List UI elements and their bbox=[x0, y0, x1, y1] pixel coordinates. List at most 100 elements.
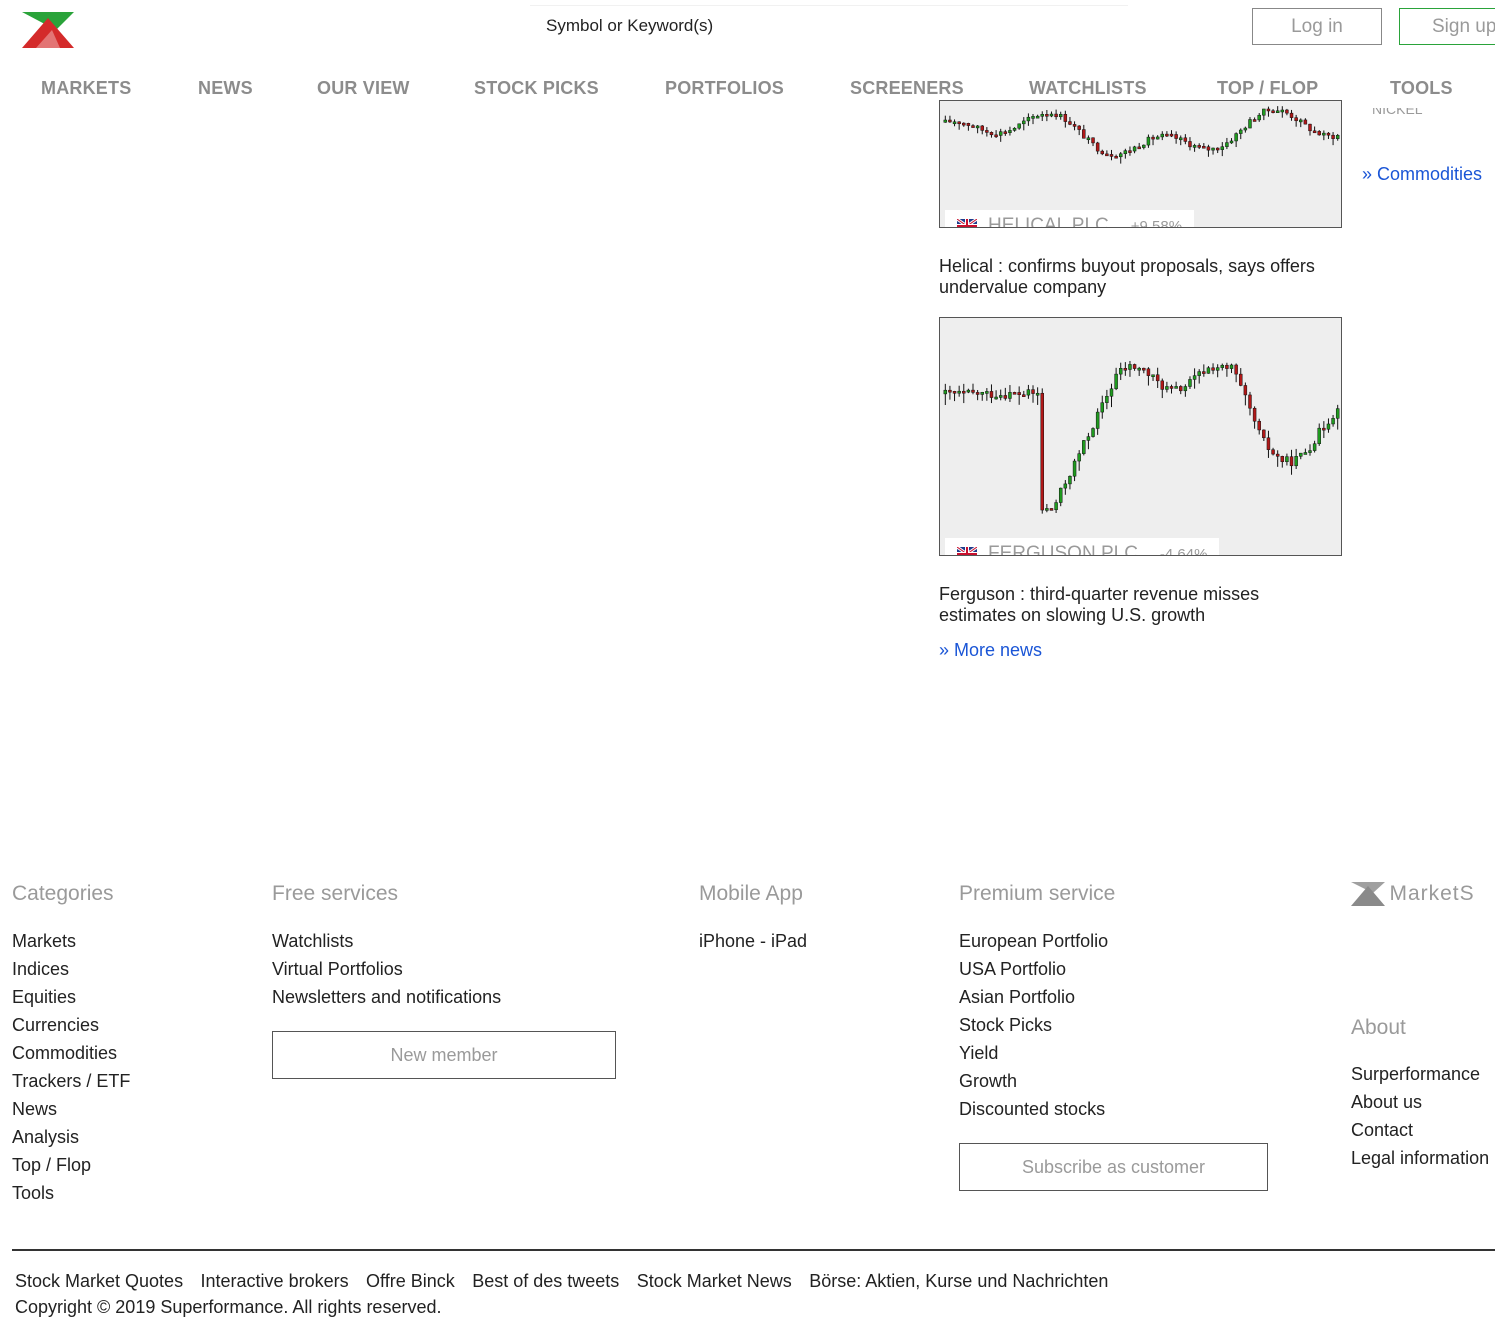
company-name[interactable]: FERGUSON PLC bbox=[988, 543, 1138, 555]
candle-body bbox=[1017, 123, 1021, 129]
nav-news[interactable]: NEWS bbox=[198, 78, 253, 99]
footer-link[interactable]: Equities bbox=[12, 983, 130, 1011]
bottom-link[interactable]: Offre Binck bbox=[366, 1271, 455, 1291]
footer-link[interactable]: Top / Flop bbox=[12, 1151, 130, 1179]
candle-body bbox=[1252, 407, 1257, 422]
candle-body bbox=[975, 392, 980, 395]
footer-link[interactable]: Legal information bbox=[1351, 1144, 1495, 1172]
candle-body bbox=[1137, 146, 1141, 150]
candle-body bbox=[1331, 134, 1335, 139]
candle-body bbox=[1132, 146, 1137, 152]
candle-body bbox=[998, 131, 1003, 136]
candle-body bbox=[1022, 394, 1026, 397]
footer-link[interactable]: Indices bbox=[12, 955, 130, 983]
candle-body bbox=[1054, 502, 1058, 511]
candle-body bbox=[1012, 127, 1017, 131]
candle-body bbox=[1239, 373, 1243, 386]
bottom-link[interactable]: Börse: Aktien, Kurse und Nachrichten bbox=[809, 1271, 1108, 1291]
footer-link[interactable]: News bbox=[12, 1095, 130, 1123]
nav-top-flop[interactable]: TOP / FLOP bbox=[1217, 78, 1318, 99]
candle-body bbox=[1243, 127, 1248, 131]
candle-body bbox=[1308, 450, 1312, 453]
footer-link[interactable]: Asian Portfolio bbox=[959, 983, 1108, 1011]
nav-markets[interactable]: MARKETS bbox=[41, 78, 131, 99]
candle-body bbox=[1331, 418, 1335, 425]
candle-body bbox=[1086, 137, 1091, 141]
footer-link[interactable]: Trackers / ETF bbox=[12, 1067, 130, 1095]
new-member-button[interactable]: New member bbox=[272, 1031, 616, 1079]
footer-link[interactable]: Surperformance bbox=[1351, 1060, 1495, 1088]
footer-link[interactable]: Currencies bbox=[12, 1011, 130, 1039]
candle-body bbox=[1045, 114, 1049, 117]
subscribe-button[interactable]: Subscribe as customer bbox=[959, 1143, 1268, 1191]
bottom-link[interactable]: Stock Market News bbox=[637, 1271, 792, 1291]
footer-link[interactable]: Yield bbox=[959, 1039, 1108, 1067]
candle-body bbox=[1017, 392, 1021, 395]
footer-link[interactable]: Newsletters and notifications bbox=[272, 983, 501, 1011]
footer-mobile-list: iPhone - iPad bbox=[699, 927, 807, 955]
bottom-links: Stock Market Quotes Interactive brokers … bbox=[15, 1271, 1121, 1292]
footer-link[interactable]: Analysis bbox=[12, 1123, 130, 1151]
candle-body bbox=[1082, 129, 1086, 139]
candle-body bbox=[943, 389, 948, 395]
candle-body bbox=[1220, 364, 1225, 368]
footer-link[interactable]: Watchlists bbox=[272, 927, 501, 955]
candle-body bbox=[1303, 452, 1308, 455]
nav-portfolios[interactable]: PORTFOLIOS bbox=[665, 78, 784, 99]
footer-link[interactable]: Tools bbox=[12, 1179, 130, 1207]
footer-link[interactable]: Stock Picks bbox=[959, 1011, 1108, 1039]
footer-link[interactable]: Virtual Portfolios bbox=[272, 955, 501, 983]
site-logo[interactable] bbox=[22, 12, 74, 48]
footer-link[interactable]: European Portfolio bbox=[959, 927, 1108, 955]
candle-body bbox=[1326, 132, 1331, 136]
commodities-link[interactable]: » Commodities bbox=[1362, 164, 1482, 185]
candle-body bbox=[948, 119, 952, 123]
bottom-link[interactable]: Best of des tweets bbox=[472, 1271, 619, 1291]
news-headline[interactable]: Helical : confirms buyout proposals, say… bbox=[939, 256, 1319, 298]
nav-watchlists[interactable]: WATCHLISTS bbox=[1029, 78, 1147, 99]
company-name[interactable]: HELICAL PLC bbox=[988, 215, 1109, 227]
candle-body bbox=[952, 391, 957, 394]
candle-body bbox=[1003, 131, 1008, 134]
candle-body bbox=[1003, 395, 1008, 399]
bottom-link[interactable]: Stock Market Quotes bbox=[15, 1271, 183, 1291]
candle-body bbox=[1335, 408, 1340, 419]
candle-body bbox=[1192, 145, 1197, 148]
search-input[interactable]: Symbol or Keyword(s) bbox=[546, 16, 713, 36]
footer-link[interactable]: Markets bbox=[12, 927, 130, 955]
nav-screeners[interactable]: SCREENERS bbox=[850, 78, 964, 99]
candle-body bbox=[1123, 368, 1128, 371]
footer-link[interactable]: Contact bbox=[1351, 1116, 1495, 1144]
candle-body bbox=[1280, 109, 1285, 113]
candle-body bbox=[1031, 116, 1035, 119]
signup-button[interactable]: Sign up bbox=[1399, 8, 1495, 45]
bottom-link[interactable]: Interactive brokers bbox=[201, 1271, 349, 1291]
nav-our-view[interactable]: OUR VIEW bbox=[317, 78, 410, 99]
nav-stock-picks[interactable]: STOCK PICKS bbox=[474, 78, 599, 99]
news-chart-ferguson[interactable]: FERGUSON PLC -4.64% bbox=[939, 317, 1342, 556]
news-headline[interactable]: Ferguson : third-quarter revenue misses … bbox=[939, 584, 1319, 626]
candle-body bbox=[1082, 440, 1086, 454]
footer-link[interactable]: USA Portfolio bbox=[959, 955, 1108, 983]
candle-body bbox=[1072, 460, 1077, 477]
candle-body bbox=[1026, 116, 1031, 122]
footer-link[interactable]: Growth bbox=[959, 1067, 1108, 1095]
nav-tools[interactable]: TOOLS bbox=[1390, 78, 1453, 99]
candle-body bbox=[1008, 130, 1012, 133]
candle-body bbox=[1322, 132, 1326, 136]
candle-body bbox=[1118, 368, 1123, 375]
candle-body bbox=[1174, 134, 1178, 139]
footer-link[interactable]: Discounted stocks bbox=[959, 1095, 1108, 1123]
candle-body bbox=[1123, 150, 1128, 155]
news-chart-helical[interactable]: HELICAL PLC +9.58% bbox=[939, 100, 1342, 228]
candle-body bbox=[1165, 386, 1169, 390]
footer-link[interactable]: iPhone - iPad bbox=[699, 927, 807, 955]
candle-body bbox=[1248, 394, 1252, 409]
footer-link[interactable]: Commodities bbox=[12, 1039, 130, 1067]
candle-body bbox=[1054, 113, 1058, 118]
more-news-link[interactable]: » More news bbox=[939, 640, 1042, 661]
footer-link[interactable]: About us bbox=[1351, 1088, 1495, 1116]
login-button[interactable]: Log in bbox=[1252, 8, 1382, 45]
candle-body bbox=[1317, 427, 1321, 444]
candle-body bbox=[1215, 367, 1220, 371]
